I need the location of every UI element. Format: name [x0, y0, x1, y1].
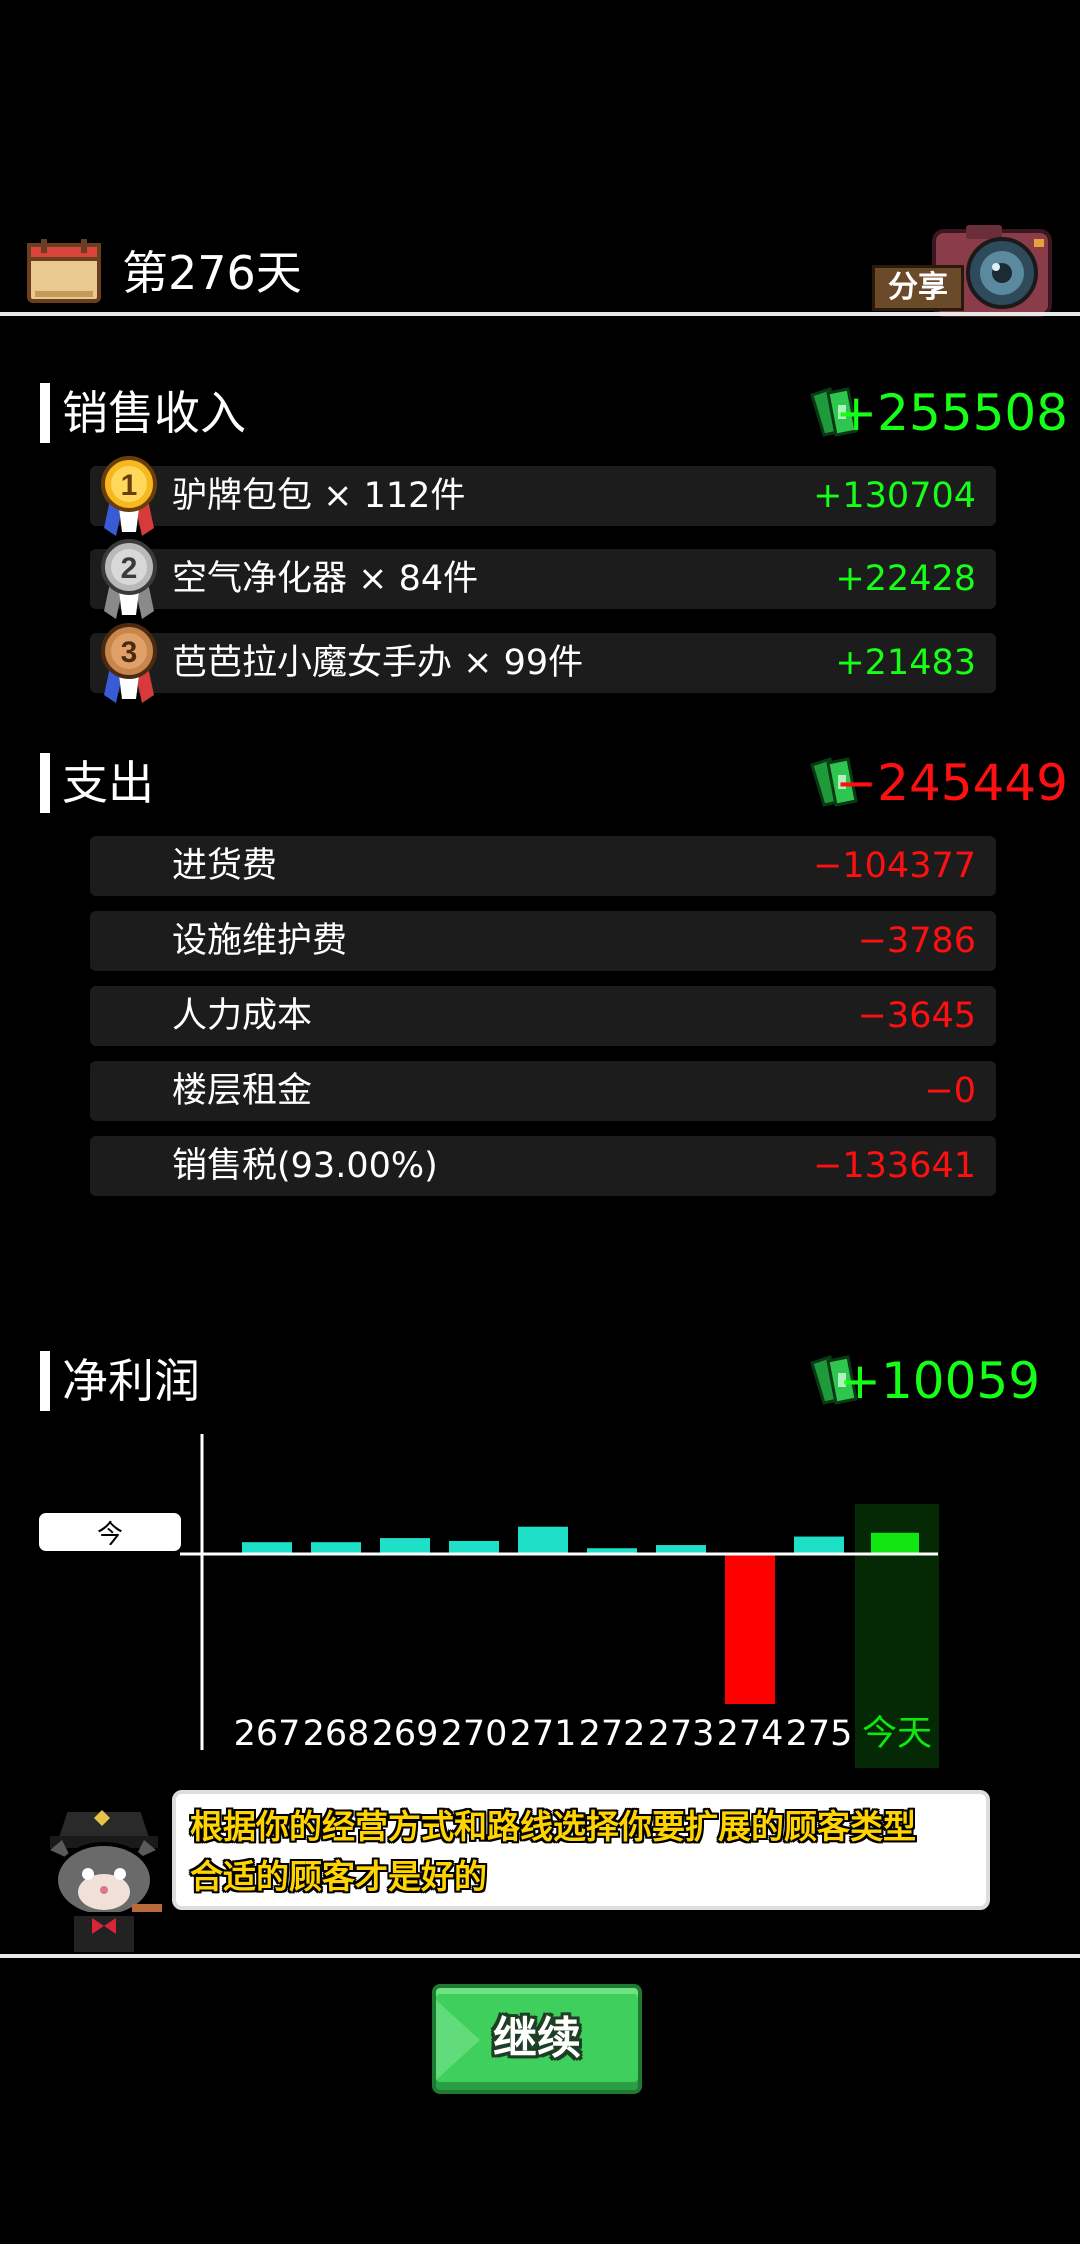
x-tick-label: 269: [371, 1714, 439, 1754]
npc-tip-dialog: 根据你的经营方式和路线选择你要扩展的顾客类型 合适的顾客才是好的: [172, 1790, 990, 1910]
expense-row: 进货费 −104377: [90, 836, 996, 896]
expense-item-label: 设施维护费: [172, 921, 348, 961]
expense-total: −245449: [835, 754, 1068, 812]
svg-text:3: 3: [121, 636, 138, 669]
dialog-line-2: 合适的顾客才是好的: [190, 1857, 487, 1896]
income-title: 销售收入: [62, 386, 246, 440]
expense-title: 支出: [62, 756, 154, 810]
expense-item-value: −3645: [857, 996, 976, 1036]
income-total: +255508: [835, 384, 1068, 442]
expense-item-label: 人力成本: [172, 996, 313, 1036]
chart-bar-268: [311, 1542, 361, 1554]
continue-button[interactable]: 继续: [432, 1984, 642, 2094]
x-tick-label: 271: [509, 1714, 577, 1754]
income-row-1: 1 驴牌包包 × 112件 +130704: [90, 456, 996, 536]
income-item-value: +22428: [835, 559, 976, 599]
bronze-medal-icon: 3: [101, 623, 157, 703]
profit-section-marker: [40, 1351, 50, 1411]
footer-divider: [0, 1954, 1080, 1958]
x-tick-label: 272: [578, 1714, 646, 1754]
x-tick-label: 270: [440, 1714, 508, 1754]
expense-section-marker: [40, 753, 50, 813]
profit-total: +10059: [839, 1352, 1040, 1410]
dialog-line-1: 根据你的经营方式和路线选择你要扩展的顾客类型: [190, 1807, 916, 1846]
x-tick-label: 275: [785, 1714, 853, 1754]
chart-bar-274: [725, 1554, 775, 1704]
day-header: 第276天 分享: [0, 225, 1080, 320]
silver-medal-icon: 2: [101, 539, 157, 619]
income-row-3: 3 芭芭拉小魔女手办 × 99件 +21483: [90, 623, 996, 703]
continue-button-label: 继续: [493, 2013, 581, 2064]
chart-bar-今天: [871, 1532, 919, 1554]
profit-history-chart: 今天:10059 267 268 269 270 271 272 273 274 275 今天: [0, 1430, 1080, 1770]
profit-title: 净利润: [62, 1354, 200, 1408]
cat-manager-avatar: [50, 1808, 162, 1956]
income-item-label: 空气净化器 × 84件: [172, 559, 479, 599]
chart-bar-271: [518, 1526, 568, 1554]
expense-item-label: 销售税(93.00%): [172, 1146, 438, 1186]
income-item-label: 驴牌包包 × 112件: [172, 476, 466, 516]
chart-bar-275: [794, 1536, 844, 1554]
expense-row: 人力成本 −3645: [90, 986, 996, 1046]
expense-row: 楼层租金 −0: [90, 1061, 996, 1121]
expense-item-value: −133641: [813, 1146, 976, 1186]
x-tick-label: 267: [233, 1714, 301, 1754]
x-tick-label: 274: [716, 1714, 784, 1754]
chart-bar-267: [242, 1542, 292, 1554]
expense-row: 设施维护费 −3786: [90, 911, 996, 971]
income-row-2: 2 空气净化器 × 84件 +22428: [90, 539, 996, 619]
income-item-value: +21483: [835, 643, 976, 683]
chart-bar-269: [380, 1538, 430, 1554]
expense-item-value: −104377: [813, 846, 976, 886]
header-divider: [0, 312, 1080, 316]
income-item-value: +130704: [813, 476, 976, 516]
expense-item-label: 进货费: [172, 846, 278, 886]
chart-bar-270: [449, 1540, 499, 1554]
x-tick-label: 268: [302, 1714, 370, 1754]
expense-item-value: −3786: [857, 921, 976, 961]
x-tick-label: 273: [647, 1714, 715, 1754]
svg-text:1: 1: [121, 469, 138, 502]
svg-text:2: 2: [121, 552, 138, 585]
expense-item-label: 楼层租金: [172, 1071, 313, 1111]
expense-item-value: −0: [924, 1071, 976, 1111]
today-profit-bubble: 今天:10059: [36, 1510, 184, 1594]
calendar-icon: [27, 239, 101, 303]
expense-row: 销售税(93.00%) −133641: [90, 1136, 996, 1196]
income-section-marker: [40, 383, 50, 443]
x-tick-label: 今天: [861, 1714, 932, 1754]
gold-medal-icon: 1: [101, 456, 157, 536]
income-item-label: 芭芭拉小魔女手办 × 99件: [172, 643, 584, 683]
day-label: 第276天: [122, 246, 302, 300]
share-button[interactable]: 分享: [872, 265, 964, 311]
